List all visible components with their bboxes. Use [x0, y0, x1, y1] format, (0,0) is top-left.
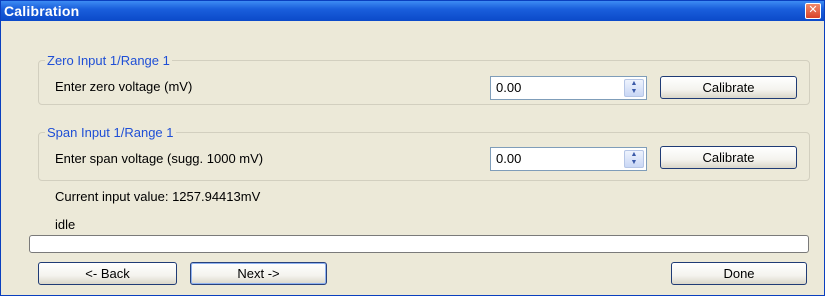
spin-up-down-icon[interactable]: ▲ ▼ — [624, 79, 644, 97]
span-voltage-value: 0.00 — [496, 151, 522, 166]
title-bar[interactable]: Calibration ✕ — [1, 1, 824, 21]
zero-voltage-stepper[interactable]: 0.00 ▲ ▼ — [490, 76, 647, 100]
window-title: Calibration — [4, 3, 80, 19]
done-button[interactable]: Done — [671, 262, 807, 285]
span-voltage-label: Enter span voltage (sugg. 1000 mV) — [55, 151, 264, 166]
spin-up-down-icon[interactable]: ▲ ▼ — [624, 150, 644, 168]
span-group-title: Span Input 1/Range 1 — [47, 125, 174, 140]
status-text: idle — [55, 217, 76, 232]
close-icon[interactable]: ✕ — [805, 3, 821, 19]
current-input-readout: Current input value: 1257.94413mV — [55, 189, 261, 204]
zero-voltage-label: Enter zero voltage (mV) — [55, 79, 193, 94]
progress-bar — [29, 235, 809, 253]
zero-group-title: Zero Input 1/Range 1 — [47, 53, 170, 68]
span-voltage-stepper[interactable]: 0.00 ▲ ▼ — [490, 147, 647, 171]
span-calibrate-button[interactable]: Calibrate — [660, 146, 797, 169]
zero-voltage-value: 0.00 — [496, 80, 522, 95]
back-button[interactable]: <- Back — [38, 262, 177, 285]
zero-calibrate-button[interactable]: Calibrate — [660, 76, 797, 99]
next-button[interactable]: Next -> — [190, 262, 327, 285]
